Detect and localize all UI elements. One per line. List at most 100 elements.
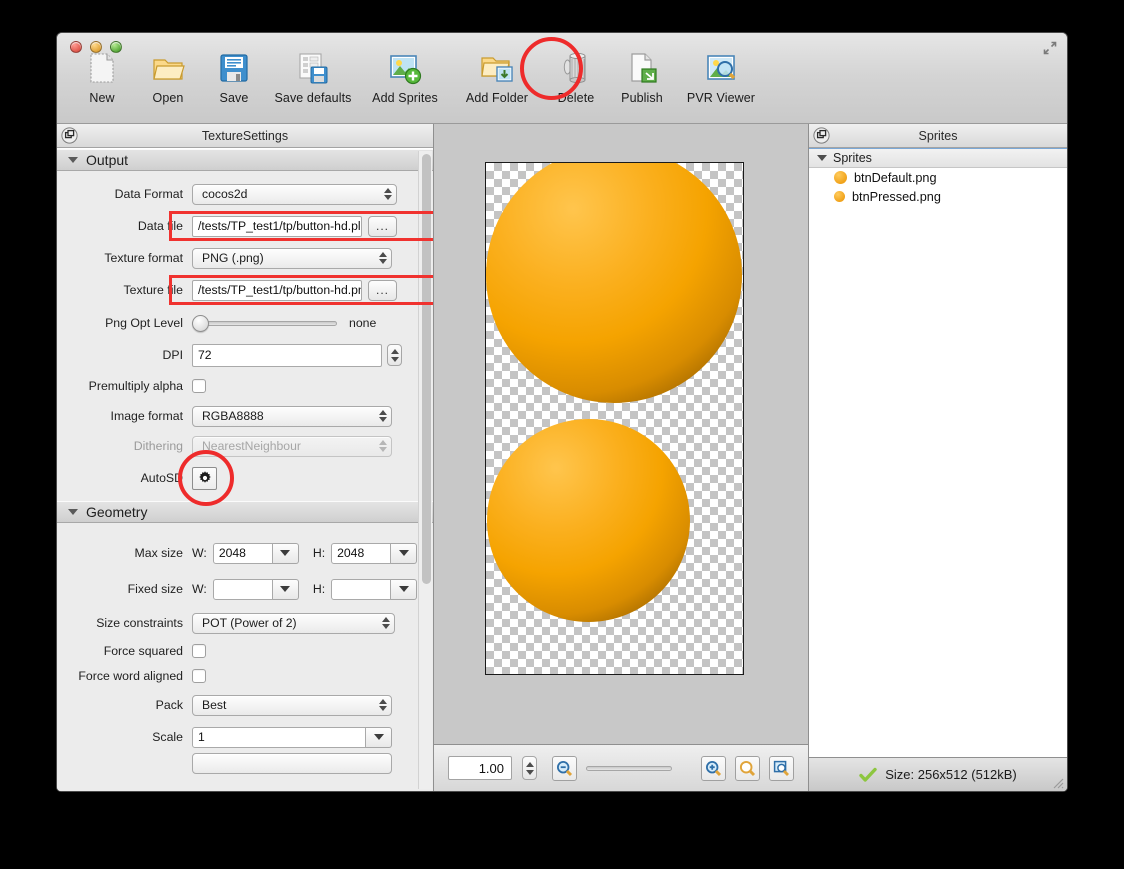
- chevron-down-icon: [68, 509, 78, 515]
- texture-sheet[interactable]: [485, 162, 744, 675]
- stepper-up-down-icon: [382, 617, 390, 629]
- input-value[interactable]: [212, 578, 273, 600]
- data-file-input[interactable]: /tests/TP_test1/tp/button-hd.plist: [192, 215, 362, 237]
- chevron-down-icon[interactable]: [391, 578, 418, 600]
- autosd-settings-button[interactable]: [192, 466, 217, 490]
- toolbar-button-add-sprites[interactable]: Add Sprites: [359, 51, 451, 105]
- texture-settings-title-bar: TextureSettings: [57, 124, 433, 148]
- fullscreen-arrows-icon[interactable]: [1042, 40, 1058, 56]
- row-dpi: DPI 72: [57, 339, 433, 371]
- undock-panel-icon[interactable]: [813, 127, 830, 144]
- row-label: Dithering: [133, 439, 183, 453]
- green-check-icon: [859, 767, 877, 782]
- toolbar-button-new[interactable]: New: [69, 51, 135, 105]
- toolbar-label: Save: [219, 91, 249, 105]
- toolbar-label: Open: [152, 91, 184, 105]
- image-format-select[interactable]: RGBA8888: [192, 405, 392, 427]
- sprite-name: btnPressed.png: [852, 189, 941, 204]
- pack-select[interactable]: Best: [192, 694, 392, 716]
- list-item[interactable]: btnDefault.png: [809, 168, 1067, 187]
- zoom-value-input[interactable]: 1.00: [448, 756, 512, 780]
- texture-format-select[interactable]: PNG (.png): [192, 247, 392, 269]
- dpi-stepper[interactable]: [387, 344, 402, 366]
- chevron-down-icon[interactable]: [391, 542, 418, 564]
- force-word-aligned-checkbox[interactable]: [192, 669, 206, 683]
- trash-delete-icon: [559, 51, 593, 85]
- zoom-toolbar: 1.00: [434, 744, 808, 791]
- max-size-w-combo[interactable]: 2048: [212, 542, 299, 564]
- force-squared-checkbox[interactable]: [192, 644, 206, 658]
- fixed-size-h-combo[interactable]: [331, 578, 418, 600]
- data-format-select[interactable]: cocos2d: [192, 183, 397, 205]
- png-opt-level-value: none: [349, 316, 377, 330]
- select-value: Best: [202, 698, 227, 712]
- input-value[interactable]: 2048: [212, 542, 273, 564]
- sprites-tree[interactable]: Sprites btnDefault.png btnPressed.png: [809, 148, 1067, 757]
- chevron-down-icon[interactable]: [272, 542, 299, 564]
- list-item[interactable]: btnPressed.png: [809, 187, 1067, 206]
- settings-scrollbar[interactable]: [418, 151, 432, 789]
- row-clipped: [57, 752, 433, 774]
- toolbar-label: Delete: [557, 91, 595, 105]
- toolbar-button-publish[interactable]: Publish: [609, 51, 675, 105]
- toolbar-label: Add Sprites: [372, 91, 438, 105]
- zoom-out-button[interactable]: [552, 755, 577, 781]
- row-label: Max size: [134, 546, 183, 560]
- chevron-down-icon: [817, 155, 827, 161]
- slider-knob[interactable]: [192, 314, 209, 332]
- chevron-down-icon[interactable]: [366, 726, 392, 748]
- toolbar-button-add-folder[interactable]: Add Folder: [451, 51, 543, 105]
- group-title: Output: [86, 152, 129, 168]
- toolbar-button-pvr-viewer[interactable]: PVR Viewer: [675, 51, 767, 105]
- sprites-tree-group[interactable]: Sprites: [809, 149, 1067, 168]
- dithering-select[interactable]: NearestNeighbour: [192, 435, 392, 457]
- toolbar-button-save[interactable]: Save: [201, 51, 267, 105]
- row-force-squared: Force squared: [57, 639, 433, 663]
- publish-icon: [625, 51, 659, 85]
- sprite-btn-default[interactable]: [486, 163, 742, 403]
- premultiply-alpha-checkbox[interactable]: [192, 379, 206, 393]
- select-value: PNG (.png): [202, 251, 264, 265]
- row-label: Pack: [155, 698, 183, 712]
- data-file-browse-button[interactable]: ...: [368, 215, 397, 237]
- add-sprites-icon: [388, 51, 422, 85]
- group-header-output[interactable]: Output: [57, 149, 433, 171]
- dpi-input[interactable]: 72: [192, 343, 382, 367]
- fixed-size-h-label: H:: [312, 582, 326, 596]
- png-opt-level-slider[interactable]: [192, 314, 337, 332]
- status-text: Size: 256x512 (512kB): [885, 767, 1017, 782]
- sprite-dot-icon: [834, 171, 847, 184]
- toolbar-button-delete[interactable]: Delete: [543, 51, 609, 105]
- toolbar-button-open[interactable]: Open: [135, 51, 201, 105]
- input-value[interactable]: [331, 578, 392, 600]
- toolbar-label: New: [89, 91, 115, 105]
- chevron-down-icon[interactable]: [272, 578, 299, 600]
- zoom-fit-button[interactable]: [769, 755, 794, 781]
- row-label: DPI: [162, 348, 184, 362]
- row-label: Force squared: [103, 644, 183, 658]
- input-value[interactable]: 1: [192, 726, 366, 748]
- undock-panel-icon[interactable]: [61, 127, 78, 144]
- scrollbar-thumb[interactable]: [422, 154, 431, 584]
- tree-group-label: Sprites: [833, 151, 872, 165]
- max-size-h-combo[interactable]: 2048: [331, 542, 418, 564]
- scale-combo[interactable]: 1: [192, 726, 392, 748]
- texture-file-browse-button[interactable]: ...: [368, 279, 397, 301]
- status-bar: Size: 256x512 (512kB): [809, 757, 1067, 791]
- zoom-in-button[interactable]: [701, 755, 726, 781]
- texture-file-input[interactable]: /tests/TP_test1/tp/button-hd.png: [192, 279, 362, 301]
- clipped-select[interactable]: [192, 752, 392, 774]
- group-header-geometry[interactable]: Geometry: [57, 501, 433, 523]
- sprite-btn-pressed[interactable]: [487, 419, 690, 622]
- texturepacker-window: New Open Save Save defaults Add Sprites …: [56, 32, 1068, 792]
- size-constraints-select[interactable]: POT (Power of 2): [192, 612, 395, 634]
- input-value[interactable]: 2048: [331, 542, 392, 564]
- resize-grip-icon[interactable]: [1051, 776, 1064, 789]
- row-autosd: AutoSD: [57, 450, 433, 506]
- toolbar-button-save-defaults[interactable]: Save defaults: [267, 51, 359, 105]
- zoom-actual-size-button[interactable]: [735, 755, 760, 781]
- texture-preview-area[interactable]: [434, 124, 808, 744]
- zoom-stepper[interactable]: [522, 756, 537, 780]
- fixed-size-w-combo[interactable]: [212, 578, 299, 600]
- zoom-slider[interactable]: [586, 759, 672, 777]
